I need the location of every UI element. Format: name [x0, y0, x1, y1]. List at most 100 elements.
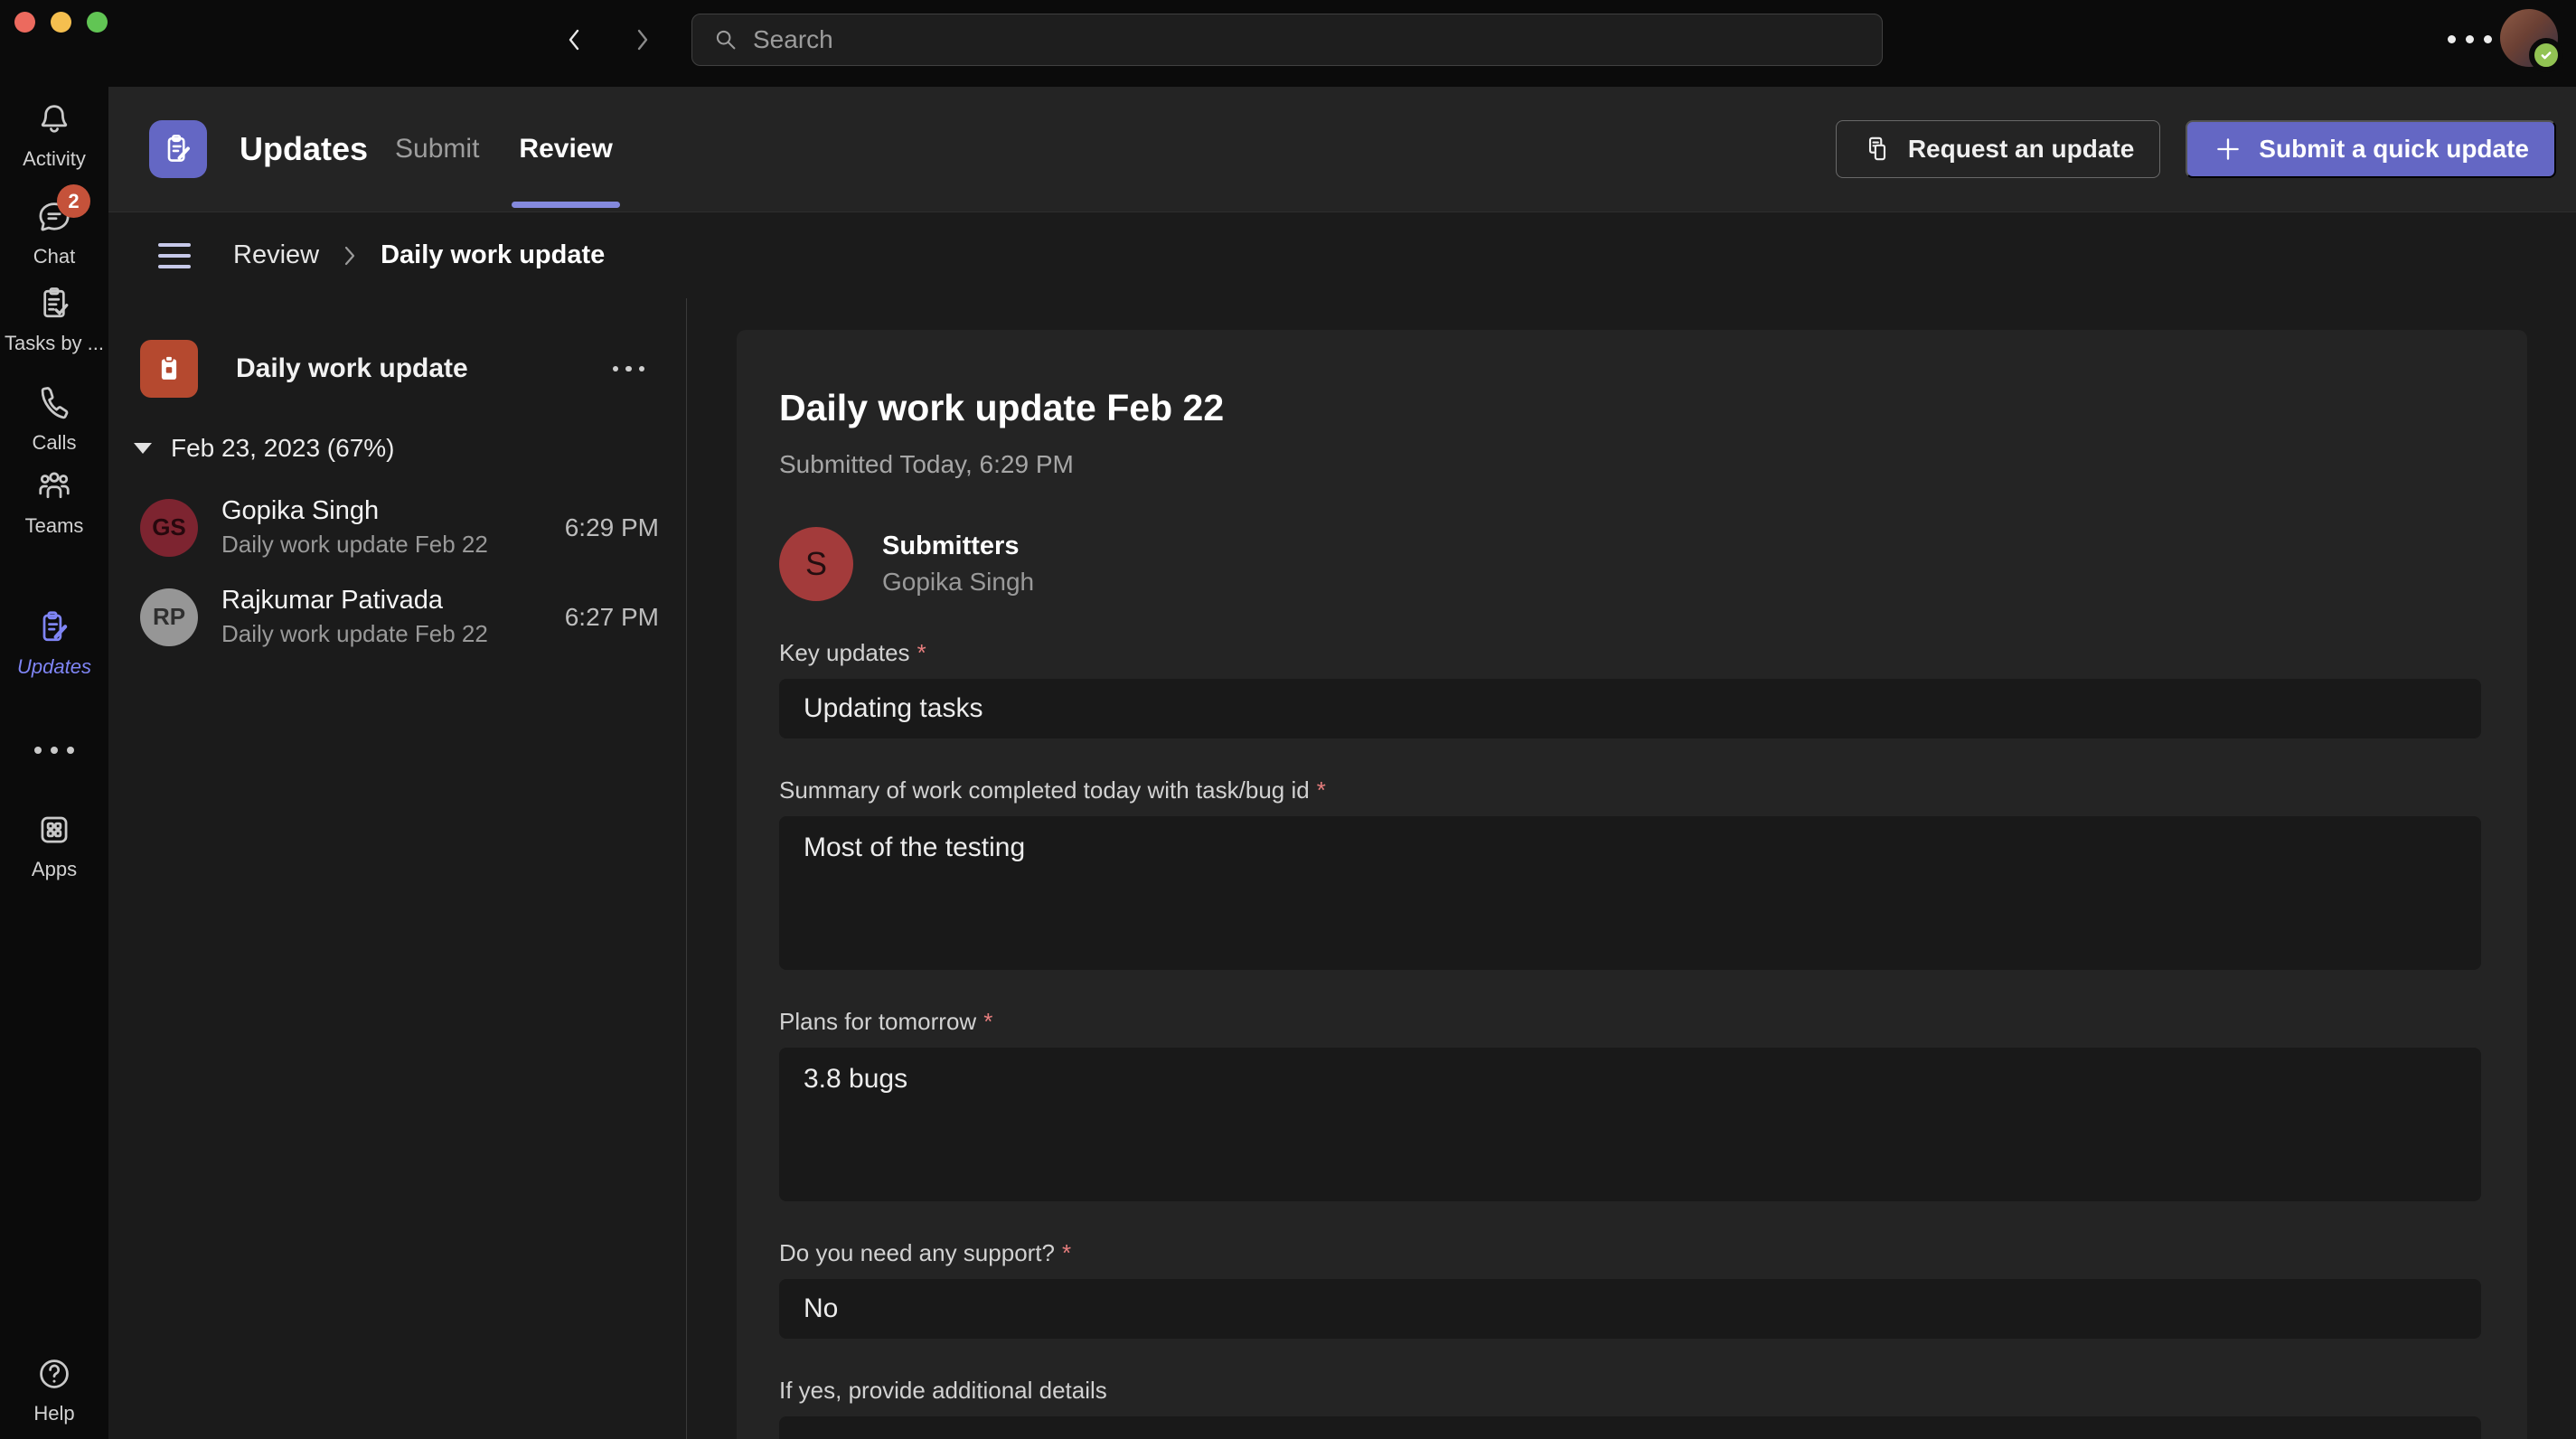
avatar: RP [140, 588, 198, 646]
field-key-updates-value[interactable]: Updating tasks [779, 679, 2481, 738]
field-key-updates: Key updates * Updating tasks [779, 637, 2481, 738]
submission-list: GS Gopika Singh Daily work update Feb 22… [108, 483, 686, 662]
history-nav [560, 25, 656, 58]
submitters-row: S Submitters Gopika Singh [779, 527, 2481, 601]
field-summary-value[interactable]: Most of the testing [779, 816, 2481, 970]
search-input[interactable]: Search [691, 14, 1883, 66]
submissions-panel: Daily work update Feb 23, 2023 (67%) GS … [108, 298, 687, 1439]
rail-item-activity[interactable]: Activity [0, 99, 108, 171]
submission-detail: Daily work update Feb 22 Submitted Today… [687, 298, 2576, 1439]
forward-button[interactable] [627, 25, 656, 58]
submission-subtitle: Daily work update Feb 22 [221, 531, 488, 559]
rail-item-label: Calls [33, 431, 77, 455]
plus-icon [2213, 134, 2243, 165]
app-title: Updates [240, 130, 368, 168]
titlebar-more-menu[interactable] [2442, 30, 2497, 49]
app-tabs: Submit Review [375, 87, 633, 212]
panel-header: Daily work update [108, 298, 686, 398]
rail-item-label: Teams [25, 514, 84, 538]
rail-item-updates[interactable]: Updates [0, 607, 108, 679]
minimize-window-button[interactable] [51, 12, 71, 33]
field-label: Do you need any support? [779, 1239, 1055, 1266]
header-actions: Request an update Submit a quick update [1836, 120, 2556, 178]
rail-item-help[interactable]: Help [0, 1354, 108, 1425]
list-item[interactable]: GS Gopika Singh Daily work update Feb 22… [108, 483, 686, 572]
field-label: Summary of work completed today with tas… [779, 776, 1310, 804]
app-rail: Activity 2 Chat Tasks by ... Calls T [0, 87, 108, 1439]
list-item[interactable]: RP Rajkumar Pativada Daily work update F… [108, 572, 686, 662]
required-asterisk: * [983, 1008, 992, 1035]
required-asterisk: * [1062, 1239, 1071, 1266]
request-update-button[interactable]: Request an update [1836, 120, 2160, 178]
required-asterisk: * [1317, 776, 1326, 804]
field-need-support: Do you need any support? * No [779, 1237, 2481, 1339]
submission-subtitle: Daily work update Feb 22 [221, 620, 488, 648]
breadcrumb: Review Daily work update [108, 212, 2576, 298]
tasks-icon [34, 284, 74, 324]
zoom-window-button[interactable] [87, 12, 108, 33]
request-update-icon [1862, 134, 1893, 165]
chat-unread-badge: 2 [57, 184, 90, 218]
submit-quick-update-button[interactable]: Submit a quick update [2186, 120, 2556, 178]
submission-card: Daily work update Feb 22 Submitted Today… [737, 330, 2527, 1439]
submission-title: Daily work update Feb 22 [779, 386, 2481, 429]
updates-app-icon [149, 120, 207, 178]
rail-item-more[interactable] [0, 730, 108, 770]
field-summary: Summary of work completed today with tas… [779, 775, 2481, 970]
rail-item-tasks[interactable]: Tasks by ... [0, 284, 108, 355]
field-additional-details-value[interactable]: no [779, 1416, 2481, 1439]
rail-item-apps[interactable]: Apps [0, 810, 108, 881]
more-apps-icon [34, 730, 74, 770]
rail-item-label: Chat [33, 245, 75, 268]
tab-review[interactable]: Review [499, 87, 632, 212]
bell-icon [34, 99, 74, 139]
field-additional-details: If yes, provide additional details no [779, 1375, 2481, 1439]
rail-item-calls[interactable]: Calls [0, 383, 108, 455]
window-controls [14, 12, 108, 33]
required-asterisk: * [917, 639, 926, 666]
presence-available-icon [2529, 38, 2563, 72]
caret-down-icon [134, 443, 152, 454]
search-icon [712, 26, 739, 53]
breadcrumb-review[interactable]: Review [233, 240, 319, 270]
help-icon [34, 1354, 74, 1394]
tab-submit[interactable]: Submit [375, 87, 499, 212]
rail-item-label: Tasks by ... [5, 332, 104, 355]
date-group-header[interactable]: Feb 23, 2023 (67%) [108, 434, 686, 463]
teams-people-icon [34, 466, 74, 506]
rail-item-label: Help [33, 1402, 74, 1425]
submitter-name: Rajkumar Pativada [221, 586, 488, 616]
submitted-timestamp: Submitted Today, 6:29 PM [779, 449, 2481, 480]
submission-time: 6:29 PM [552, 513, 659, 542]
rail-item-label: Updates [17, 655, 91, 679]
updates-app-header: Updates Submit Review Request an update … [108, 87, 2576, 212]
breadcrumb-current-page: Daily work update [381, 240, 605, 270]
date-group-label: Feb 23, 2023 (67%) [171, 434, 395, 463]
submitter-avatar: S [779, 527, 853, 601]
submitter-name: Gopika Singh [221, 496, 488, 526]
submission-time: 6:27 PM [552, 603, 659, 632]
field-label: Key updates [779, 639, 910, 666]
field-plans-tomorrow-value[interactable]: 3.8 bugs [779, 1048, 2481, 1201]
rail-item-teams[interactable]: Teams [0, 466, 108, 538]
submitters-label: Submitters [882, 531, 1034, 561]
teams-window: Search Activity 2 Chat Task [0, 0, 2576, 1439]
app-content: Updates Submit Review Request an update … [108, 87, 2576, 1439]
review-body: Daily work update Feb 23, 2023 (67%) GS … [108, 298, 2576, 1439]
rail-item-label: Apps [32, 858, 77, 881]
field-plans-tomorrow: Plans for tomorrow* 3.8 bugs [779, 1006, 2481, 1201]
panel-more-menu[interactable] [611, 359, 647, 380]
user-avatar[interactable] [2500, 9, 2558, 67]
close-window-button[interactable] [14, 12, 35, 33]
phone-icon [34, 383, 74, 423]
avatar: GS [140, 499, 198, 557]
field-need-support-value[interactable]: No [779, 1279, 2481, 1339]
daily-update-template-icon [140, 340, 198, 398]
back-button[interactable] [560, 25, 589, 58]
form-fields: Key updates * Updating tasks Summary of w… [779, 637, 2481, 1439]
hamburger-menu-icon[interactable] [158, 238, 191, 274]
field-label: If yes, provide additional details [779, 1377, 1107, 1404]
apps-grid-icon [34, 810, 74, 850]
rail-item-chat[interactable]: 2 Chat [0, 197, 108, 268]
chat-icon: 2 [34, 197, 74, 237]
